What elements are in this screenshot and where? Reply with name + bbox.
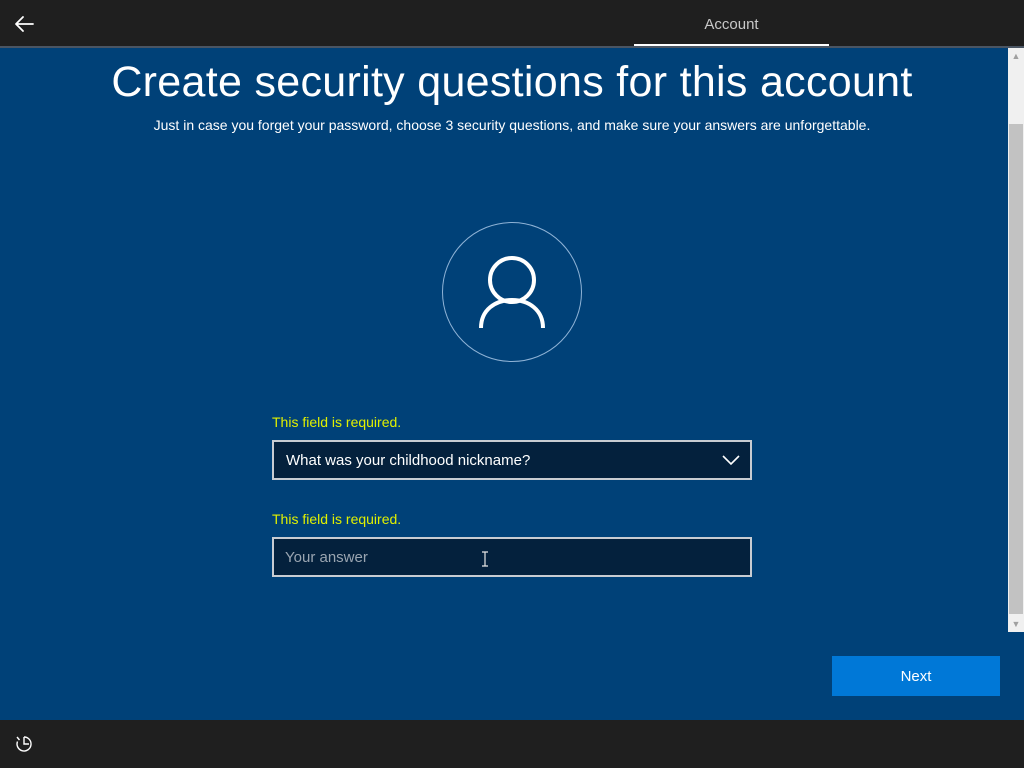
back-button[interactable]	[10, 10, 38, 38]
main-panel: Create security questions for this accou…	[0, 48, 1008, 720]
answer-input[interactable]	[272, 537, 752, 577]
text-cursor-icon	[482, 551, 488, 567]
security-question-dropdown[interactable]: What was your childhood nickname?	[272, 440, 752, 480]
top-bar: Account	[0, 0, 1024, 48]
bottom-bar	[0, 720, 1024, 768]
ease-of-access-button[interactable]	[14, 734, 34, 754]
scroll-down-icon[interactable]: ▼	[1008, 616, 1024, 632]
chevron-down-icon	[722, 455, 740, 466]
scrollbar-thumb[interactable]	[1009, 124, 1023, 614]
answer-error-text: This field is required.	[272, 511, 402, 527]
back-arrow-icon	[15, 16, 34, 32]
avatar	[442, 222, 582, 362]
vertical-scrollbar[interactable]: ▲ ▼	[1008, 48, 1024, 632]
next-button[interactable]: Next	[832, 656, 1000, 696]
tab-account[interactable]: Account	[634, 0, 829, 47]
question-error-text: This field is required.	[272, 414, 402, 430]
page-title: Create security questions for this accou…	[111, 58, 913, 106]
page-subtitle: Just in case you forget your password, c…	[153, 117, 871, 133]
user-icon	[479, 256, 545, 329]
ease-of-access-icon	[16, 736, 32, 752]
dropdown-selected-value: What was your childhood nickname?	[286, 452, 531, 469]
scroll-up-icon[interactable]: ▲	[1008, 48, 1024, 64]
scrollbar-gap	[1008, 632, 1024, 720]
